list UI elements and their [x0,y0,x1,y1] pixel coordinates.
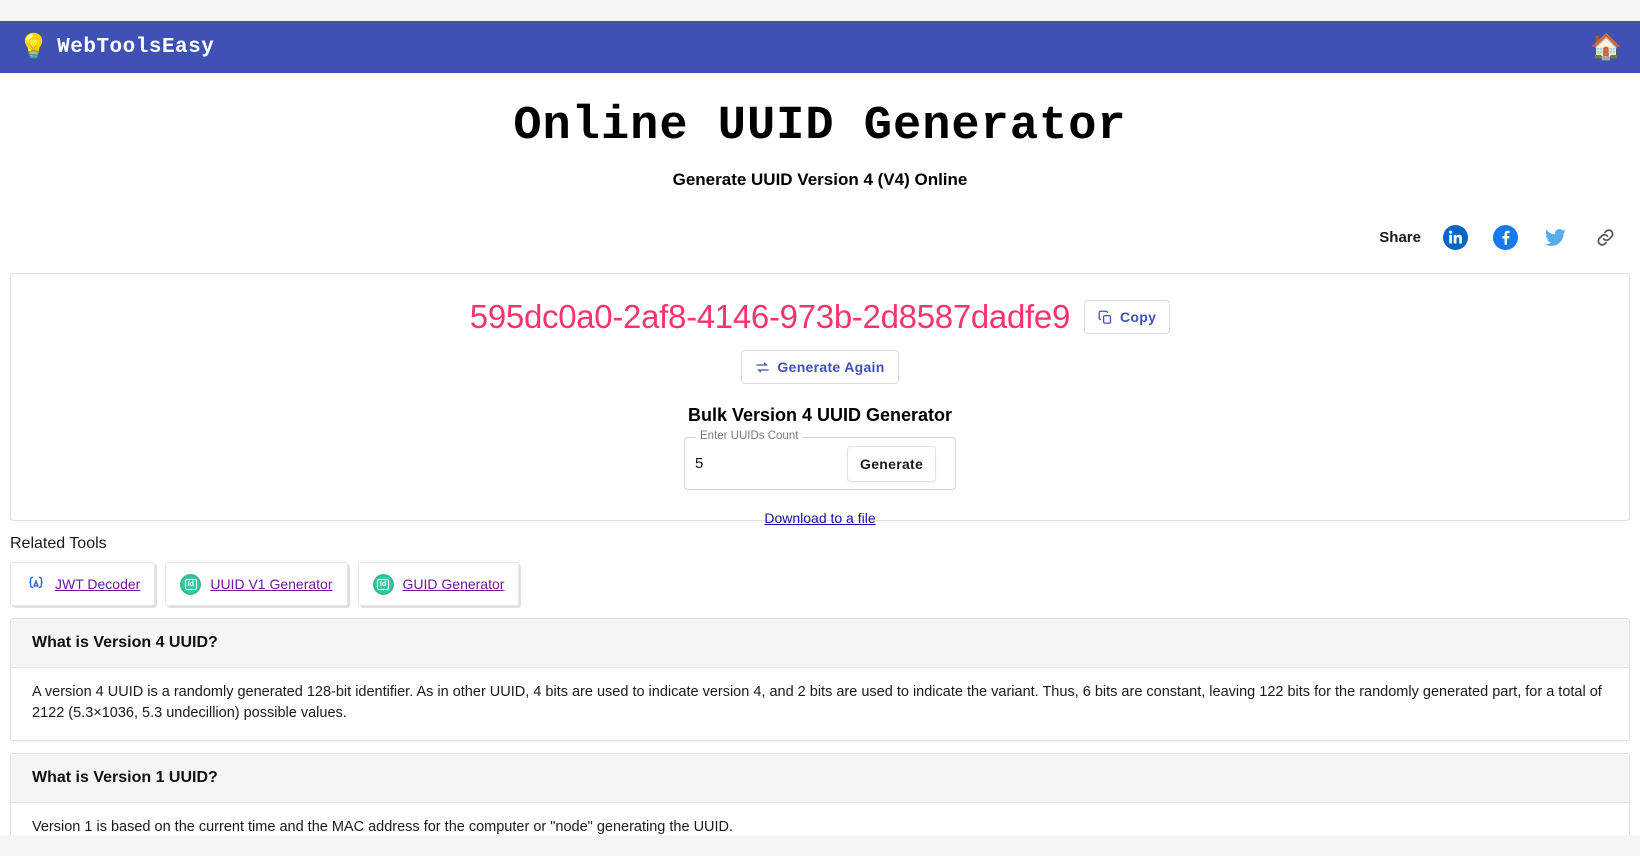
related-tool-guid-generator[interactable]: Id GUID Generator [357,562,520,606]
home-icon[interactable]: 🏠 [1591,34,1622,60]
bulk-count-input[interactable] [685,439,847,488]
share-label: Share [1379,228,1421,246]
copy-icon [1098,310,1113,325]
generate-again-label: Generate Again [777,359,885,375]
page-title: Online UUID Generator [513,100,1127,153]
top-navbar: 💡 WebToolsEasy 🏠 [0,21,1640,73]
related-tool-uuid-v1-generator[interactable]: Id UUID V1 Generator [165,562,348,606]
related-tool-label: UUID V1 Generator [210,576,333,592]
bulk-section-title: Bulk Version 4 UUID Generator [687,405,953,425]
related-tool-label: GUID Generator [402,576,505,592]
generated-uuid-value: 595dc0a0-2af8-4146-973b-2d8587dadfe9 [469,298,1071,335]
bottom-strip [0,835,1640,856]
share-row: Share [0,222,1640,252]
uuid-result-row: 595dc0a0-2af8-4146-973b-2d8587dadfe9 Cop… [11,274,1629,336]
page-root: 💡 WebToolsEasy 🏠 Online UUID Generator G… [0,0,1640,856]
related-tool-label: JWT Decoder [55,576,141,592]
bulk-input-group: Enter UUIDs Count Generate [11,430,1629,490]
generate-again-button[interactable]: Generate Again [741,350,899,384]
bulk-count-fieldset: Enter UUIDs Count Generate [684,430,956,490]
jwt-icon [25,574,46,595]
lightbulb-icon: 💡 [18,32,50,61]
id-badge-icon: Id [372,573,394,595]
bulk-count-legend: Enter UUIDs Count [696,430,803,442]
id-badge-icon: Id [180,573,202,595]
related-tool-jwt-decoder[interactable]: JWT Decoder [10,562,156,606]
brand-name: WebToolsEasy [57,35,215,59]
copy-button-label: Copy [1120,309,1157,325]
bulk-generate-button[interactable]: Generate [847,445,937,482]
twitter-share-icon[interactable] [1543,225,1568,250]
page-subtitle: Generate UUID Version 4 (V4) Online [672,170,968,189]
generate-again-row: Generate Again [11,350,1629,384]
uuid-generator-card: 595dc0a0-2af8-4146-973b-2d8587dadfe9 Cop… [10,273,1630,526]
related-tools-title: Related Tools [10,535,107,552]
faq-question[interactable]: What is Version 4 UUID? [11,619,1629,668]
brand-logo[interactable]: 💡 WebToolsEasy [18,32,215,61]
linkedin-share-icon[interactable] [1443,224,1468,250]
faq-answer: A version 4 UUID is a randomly generated… [32,684,1602,722]
download-to-file-link[interactable]: Download to a file [764,510,875,526]
download-row: Download to a file [11,510,1629,526]
related-tools-row: JWT Decoder Id UUID V1 Generator Id GUID… [10,562,1640,606]
top-strip [0,0,1640,21]
refresh-icon [755,360,770,375]
copy-button[interactable]: Copy [1084,300,1171,334]
facebook-share-icon[interactable] [1493,224,1518,250]
faq-question[interactable]: What is Version 1 UUID? [11,754,1629,804]
faq-item-version-4: What is Version 4 UUID? A version 4 UUID… [10,618,1630,742]
copy-link-share-icon[interactable] [1593,225,1618,250]
